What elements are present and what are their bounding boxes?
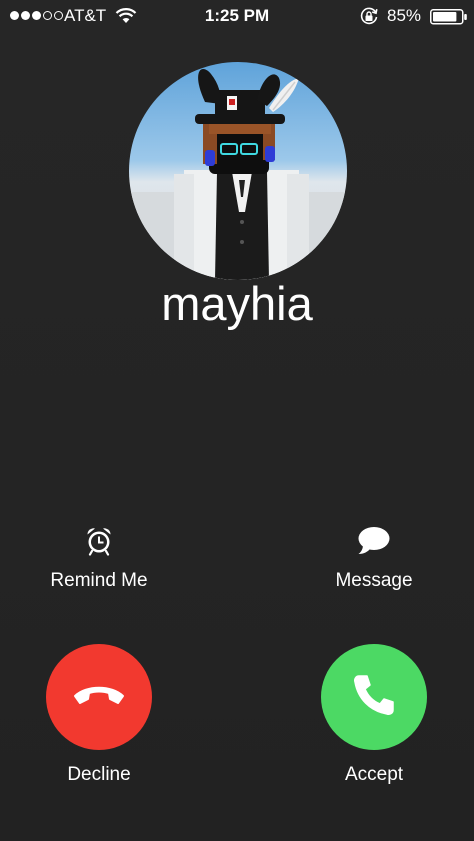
message-label: Message	[335, 570, 413, 591]
remind-me-label: Remind Me	[50, 570, 148, 591]
decline-button[interactable]: Decline	[9, 644, 189, 786]
accept-label: Accept	[344, 764, 404, 785]
phone-hangup-icon	[72, 683, 126, 712]
remind-me-button[interactable]: Remind Me	[9, 526, 189, 592]
incoming-call-screen: AT&T 1:25 PM 85% mayhia Remind Me Messag…	[0, 0, 474, 841]
decline-circle[interactable]	[46, 644, 152, 750]
accept-circle[interactable]	[321, 644, 427, 750]
status-bar: AT&T 1:25 PM 85%	[0, 0, 474, 34]
message-button[interactable]: Message	[284, 526, 464, 592]
battery-icon	[430, 9, 468, 30]
speech-bubble-icon	[357, 526, 391, 561]
accept-button[interactable]: Accept	[284, 644, 464, 786]
caller-avatar	[129, 62, 347, 280]
decline-label: Decline	[67, 764, 131, 785]
rotation-lock-icon	[359, 6, 379, 31]
phone-icon	[350, 671, 398, 724]
alarm-clock-icon	[84, 526, 114, 561]
caller-name: mayhia	[161, 277, 313, 330]
battery-percent: 85%	[387, 6, 422, 25]
